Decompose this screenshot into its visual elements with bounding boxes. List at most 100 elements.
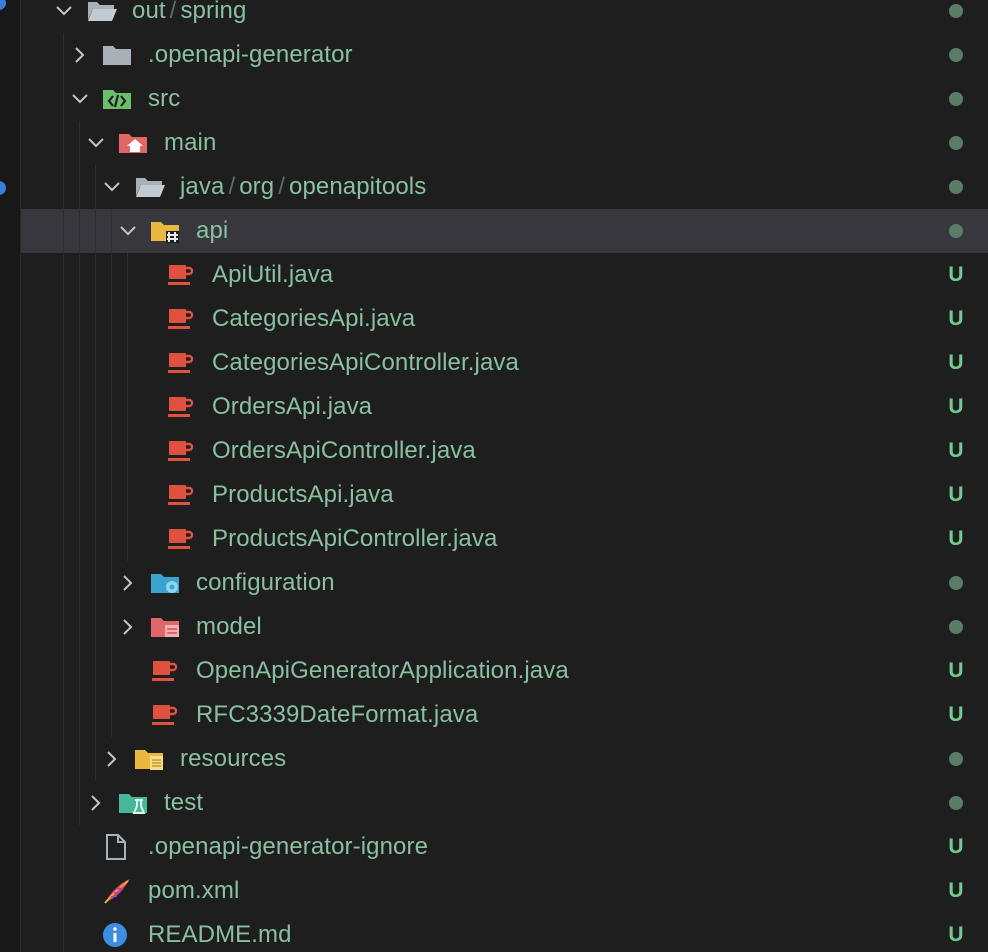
indent-guide [95, 297, 96, 341]
tree-folder-openapi-generator[interactable]: .openapi-generator [21, 33, 988, 77]
indent-guide [79, 253, 80, 297]
resources-folder-icon [134, 746, 164, 772]
chevron-down-icon[interactable] [116, 209, 140, 253]
home-folder-icon [118, 130, 148, 156]
tree-file-openapi-generator-ignore[interactable]: .openapi-generator-ignore U [21, 825, 988, 869]
git-status-badge: U [948, 659, 964, 682]
chevron-right-icon[interactable] [116, 561, 140, 605]
tree-file-rfc3339dateformat-java[interactable]: RFC3339DateFormat.java U [21, 693, 988, 737]
indent-guide [127, 341, 128, 385]
config-folder-icon [150, 570, 180, 596]
path-segment: openapitools [289, 173, 427, 200]
indent-guide [111, 649, 112, 693]
test-folder-icon [118, 790, 148, 816]
tree-file-ordersapi-java[interactable]: OrdersApi.java U [21, 385, 988, 429]
tree-folder-resources[interactable]: resources [21, 737, 988, 781]
java-file-icon [150, 702, 180, 728]
git-status-badge: U [948, 351, 964, 374]
tree-file-apiutil-java[interactable]: ApiUtil.java U [21, 253, 988, 297]
indent-guide [111, 209, 112, 253]
activity-gutter [0, 0, 21, 952]
tree-folder-out-spring[interactable]: out / spring [21, 0, 988, 33]
indent-guide [95, 165, 96, 209]
tree-file-categoriesapicontroller-java[interactable]: CategoriesApiController.java U [21, 341, 988, 385]
gutter-badge [0, 181, 6, 195]
tree-item-label: src [148, 85, 181, 112]
tree-folder-api[interactable]: api [21, 209, 988, 253]
java-file-icon [150, 658, 180, 684]
tree-file-categoriesapi-java[interactable]: CategoriesApi.java U [21, 297, 988, 341]
git-status-dot [949, 576, 963, 590]
tree-item-label: test [164, 789, 204, 816]
chevron-right-icon[interactable] [100, 737, 124, 781]
tree-item-label: java / org / openapitools [180, 174, 426, 200]
git-status-dot [949, 224, 963, 238]
tree-file-pom-xml[interactable]: pom.xml U [21, 869, 988, 913]
indent-guide [79, 561, 80, 605]
path-segment: org [239, 173, 275, 200]
indent-guide [127, 517, 128, 561]
chevron-down-icon[interactable] [68, 77, 92, 121]
indent-guide [79, 429, 80, 473]
tree-item-label: resources [180, 745, 287, 772]
tree-item-label: model [196, 613, 262, 640]
indent-guide [95, 605, 96, 649]
git-status-badge: U [948, 395, 964, 418]
tree-file-readme-md[interactable]: README.md U [21, 913, 988, 952]
chevron-right-icon[interactable] [84, 781, 108, 825]
indent-guide [63, 33, 64, 77]
tree-folder-main[interactable]: main [21, 121, 988, 165]
tree-item-label: api [196, 217, 229, 244]
tree-item-label: out / spring [132, 0, 246, 24]
tree-item-label: ApiUtil.java [212, 261, 334, 288]
git-status-dot [949, 620, 963, 634]
git-status-badge: U [948, 307, 964, 330]
chevron-down-icon[interactable] [52, 0, 76, 33]
tree-item-label: ProductsApiController.java [212, 525, 498, 552]
git-status-dot [949, 48, 963, 62]
tree-file-productsapicontroller-java[interactable]: ProductsApiController.java U [21, 517, 988, 561]
chevron-down-icon[interactable] [100, 165, 124, 209]
chevron-down-icon[interactable] [84, 121, 108, 165]
tree-folder-model[interactable]: model [21, 605, 988, 649]
chevron-right-icon[interactable] [116, 605, 140, 649]
indent-guide [79, 385, 80, 429]
indent-guide [79, 121, 80, 165]
tree-file-openapigeneratorapplication-java[interactable]: OpenApiGeneratorApplication.java U [21, 649, 988, 693]
indent-guide [111, 429, 112, 473]
indent-guide [63, 737, 64, 781]
indent-guide [127, 473, 128, 517]
tree-item-label: pom.xml [148, 877, 240, 904]
git-status-badge: U [948, 439, 964, 462]
tree-folder-configuration[interactable]: configuration [21, 561, 988, 605]
indent-guide [95, 737, 96, 781]
tree-folder-src[interactable]: src [21, 77, 988, 121]
tree-folder-java-org-openapitools[interactable]: java / org / openapitools [21, 165, 988, 209]
path-segment: out [132, 0, 166, 24]
chevron-right-icon[interactable] [68, 33, 92, 77]
indent-guide [63, 473, 64, 517]
indent-guide [79, 737, 80, 781]
tree-item-label: .openapi-generator-ignore [148, 833, 429, 860]
indent-guide [79, 297, 80, 341]
indent-guide [111, 517, 112, 561]
indent-guide [95, 341, 96, 385]
git-status-dot [949, 180, 963, 194]
indent-guide [79, 693, 80, 737]
tree-folder-test[interactable]: test [21, 781, 988, 825]
maven-feather-icon [102, 878, 132, 904]
source-folder-icon [102, 86, 132, 112]
indent-guide [111, 385, 112, 429]
indent-guide [95, 649, 96, 693]
tree-file-ordersapicontroller-java[interactable]: OrdersApiController.java U [21, 429, 988, 473]
tree-item-label: OrdersApiController.java [212, 437, 476, 464]
indent-guide [63, 341, 64, 385]
indent-guide [63, 121, 64, 165]
java-file-icon [166, 350, 196, 376]
indent-guide [63, 781, 64, 825]
indent-guide [95, 473, 96, 517]
tree-file-productsapi-java[interactable]: ProductsApi.java U [21, 473, 988, 517]
folder-open-icon [86, 0, 117, 24]
git-status-badge: U [948, 835, 964, 858]
indent-guide [95, 561, 96, 605]
